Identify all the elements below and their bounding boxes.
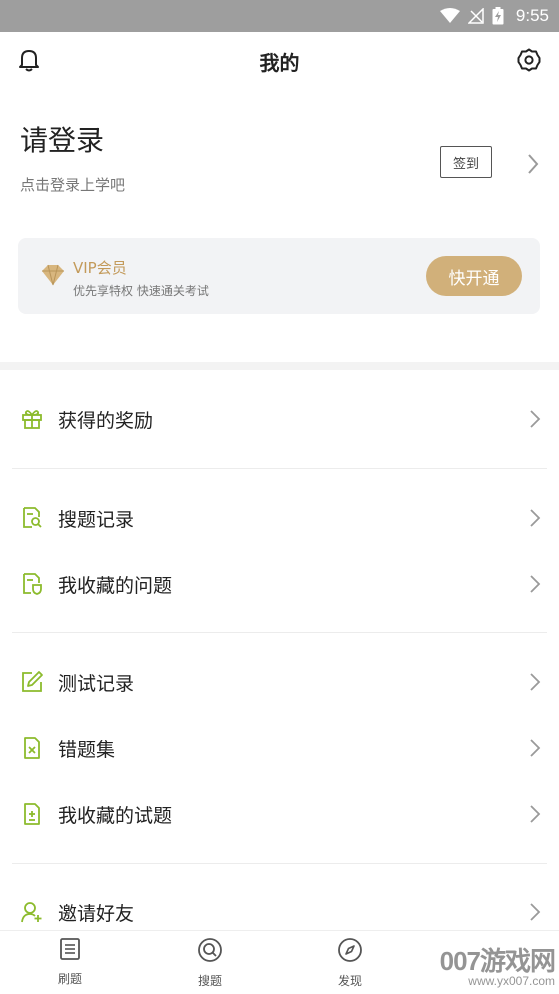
invite-friend-icon [20,900,44,924]
menu-item-wrong-questions[interactable]: 错题集 [0,718,559,778]
vip-open-button[interactable]: 快开通 [426,256,522,296]
chevron-right-icon [529,508,541,532]
bottom-tab-bar: 刷题 搜题 发现 007游戏网 www.yx007.com [0,930,559,994]
tab-search[interactable]: 搜题 [180,937,240,989]
edit-icon [20,670,44,694]
chevron-right-icon [529,672,541,696]
signal-off-icon [467,8,484,24]
menu-item-label: 获得的奖励 [58,409,154,432]
chevron-right-icon [529,574,541,598]
separator [12,863,547,864]
gear-icon[interactable] [517,48,541,76]
wrong-file-icon [20,736,44,760]
separator [12,468,547,469]
menu-item-favorite-exams[interactable]: 我收藏的试题 [0,784,559,844]
diamond-icon [40,263,66,291]
menu-item-label: 我收藏的试题 [58,804,173,827]
compass-icon [337,937,363,967]
favorite-exam-icon [20,802,44,826]
chevron-right-icon [529,409,541,433]
chevron-right-icon [529,804,541,828]
page-title: 我的 [259,50,300,75]
page-header: 我的 [0,32,559,90]
vip-card[interactable]: VIP会员 优先享特权 快速通关考试 快开通 [18,238,540,314]
practice-icon [58,937,82,965]
battery-charging-icon [492,7,504,25]
section-divider [0,362,559,370]
watermark: 007游戏网 www.yx007.com [439,941,556,988]
vip-subtitle: 优先享特权 快速通关考试 [73,284,209,298]
menu-item-search-history[interactable]: 搜题记录 [0,488,559,548]
menu-item-label: 搜题记录 [58,508,135,531]
chevron-right-icon [529,738,541,762]
tab-label: 发现 [337,974,362,988]
menu-item-label: 我收藏的问题 [58,574,173,597]
search-record-icon [20,506,44,530]
tab-label: 刷题 [57,972,82,986]
chevron-right-icon[interactable] [526,152,540,180]
search-tab-icon [197,937,223,967]
separator [12,632,547,633]
status-bar: 9:55 [0,0,559,32]
bell-icon[interactable] [18,48,40,76]
menu-item-label: 测试记录 [58,672,135,695]
chevron-right-icon [529,902,541,926]
wifi-icon [439,8,460,24]
watermark-main: 007游戏网 [439,946,556,976]
login-section[interactable]: 请登录 点击登录上学吧 签到 [20,124,540,214]
checkin-button[interactable]: 签到 [440,146,492,178]
menu-item-test-history[interactable]: 测试记录 [0,652,559,712]
menu-item-label: 邀请好友 [58,902,135,925]
tab-label: 搜题 [197,974,222,988]
menu-item-favorite-questions[interactable]: 我收藏的问题 [0,554,559,614]
tab-discover[interactable]: 发现 [320,937,380,989]
vip-title: VIP会员 [73,259,127,277]
favorite-question-icon [20,572,44,596]
status-time: 9:55 [515,6,549,25]
tab-practice[interactable]: 刷题 [40,937,100,987]
menu-item-rewards[interactable]: 获得的奖励 [0,389,559,449]
gift-icon [20,407,44,431]
menu-item-label: 错题集 [58,738,116,761]
